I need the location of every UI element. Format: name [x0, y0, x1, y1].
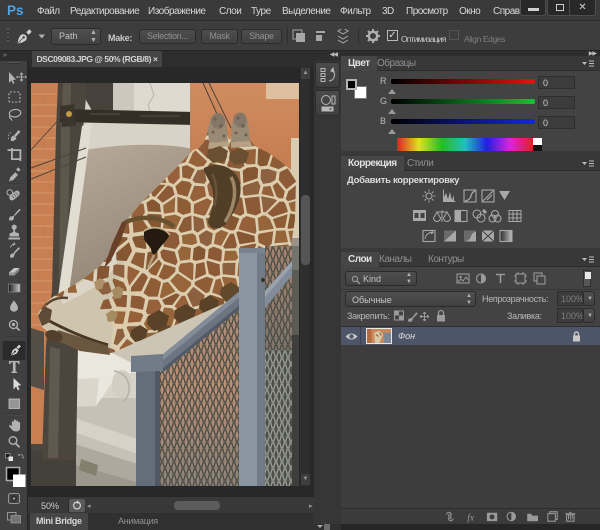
svg-text:fx: fx: [467, 512, 475, 523]
